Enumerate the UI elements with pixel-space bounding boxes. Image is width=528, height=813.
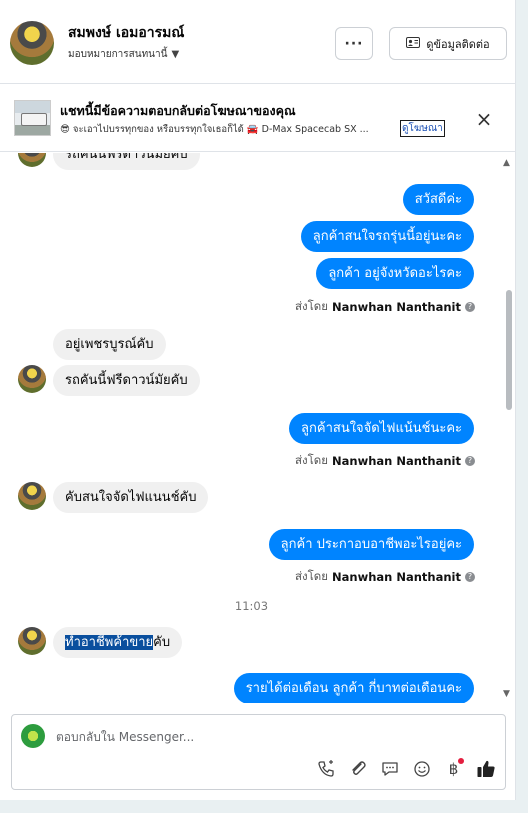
assign-conversation-dropdown[interactable]: มอบหมายการสนทนานี้ ▼ xyxy=(68,47,179,62)
contact-avatar-small xyxy=(18,627,46,655)
close-icon[interactable]: × xyxy=(475,109,493,129)
reply-input[interactable]: ตอบกลับใน Messenger... xyxy=(56,728,194,747)
message-outgoing[interactable]: รายได้ต่อเดือน ลูกค้า กี่บาทต่อเดือนคะ xyxy=(233,673,474,703)
info-icon[interactable]: ? xyxy=(465,456,475,466)
selected-text[interactable]: ทำอาชีพค้าขาย xyxy=(65,635,154,650)
ad-reply-banner: แชทนี้มีข้อความตอบกลับต่อโฆษณาของคุณ 😎 จ… xyxy=(0,84,516,152)
sender-name: Nanwhan Nanthanit xyxy=(332,570,461,584)
message-outgoing[interactable]: ลูกค้าสนใจจัดไฟแน้นช์นะคะ xyxy=(289,413,474,444)
info-icon[interactable]: ? xyxy=(465,572,475,582)
attachment-icon[interactable] xyxy=(346,758,369,781)
caret-down-icon: ▼ xyxy=(171,49,180,60)
sender-name: Nanwhan Nanthanit xyxy=(332,300,461,314)
notification-dot xyxy=(458,757,464,764)
scrollbar-thumb[interactable] xyxy=(506,290,512,410)
view-contact-button[interactable]: ดูข้อมูลติดต่อ xyxy=(389,27,507,60)
assign-label: มอบหมายการสนทนานี้ xyxy=(68,49,168,60)
message-incoming[interactable]: รถคันนี้ฟรีดาวน์มัยคับ xyxy=(53,365,200,396)
contact-avatar-small xyxy=(18,482,46,510)
contact-name[interactable]: สมพงษ์ เอมอารมณ์ xyxy=(68,22,184,44)
conversation-header: สมพงษ์ เอมอารมณ์ มอบหมายการสนทนานี้ ▼ ··… xyxy=(0,0,516,84)
contact-avatar[interactable] xyxy=(10,21,54,65)
view-ad-link[interactable]: ดูโฆษณา xyxy=(400,120,445,137)
reply-composer[interactable]: ตอบกลับใน Messenger... ฿ xyxy=(11,714,506,790)
sent-by-label: ส่งโดย Nanwhan Nanthanit ? xyxy=(295,568,475,586)
scroll-down-arrow-icon[interactable]: ▼ xyxy=(503,689,510,699)
time-separator: 11:03 xyxy=(234,599,269,613)
conversation-panel: สมพงษ์ เอมอารมณ์ มอบหมายการสนทนานี้ ▼ ··… xyxy=(0,0,516,800)
sent-by-prefix: ส่งโดย xyxy=(294,569,329,583)
message-list[interactable]: รถคันนี้ฟรีดาวน์มัยคับ สวัสดีค่ะ ลูกค้าส… xyxy=(0,153,503,703)
view-contact-label: ดูข้อมูลติดต่อ xyxy=(426,37,490,51)
message-outgoing[interactable]: ลูกค้า ประกาอบอาชีพอะไรอยู่คะ xyxy=(268,529,474,560)
more-options-button[interactable]: ··· xyxy=(335,27,373,60)
call-icon[interactable] xyxy=(314,758,337,781)
message-incoming[interactable]: อยู่เพชรบูรณ์คับ xyxy=(53,329,166,360)
message-outgoing[interactable]: ลูกค้าสนใจรถรุ่นนี้อยู่นะคะ xyxy=(300,221,474,252)
ad-banner-title: แชทนี้มีข้อความตอบกลับต่อโฆษณาของคุณ xyxy=(60,103,296,118)
sent-by-prefix: ส่งโดย xyxy=(294,299,329,313)
scroll-up-arrow-icon[interactable]: ▲ xyxy=(503,158,510,168)
message-incoming[interactable]: คับสนใจจัดไฟแนนช์คับ xyxy=(53,482,209,513)
sent-by-prefix: ส่งโดย xyxy=(294,453,329,467)
sent-by-label: ส่งโดย Nanwhan Nanthanit ? xyxy=(295,452,475,470)
contact-avatar-small xyxy=(18,365,46,393)
info-icon[interactable]: ? xyxy=(465,302,475,312)
saved-reply-icon[interactable] xyxy=(378,758,401,781)
ad-description: 😎 จะเอาไปบรรทุกของ หรือบรรทุกใจเธอก็ได้ … xyxy=(60,124,369,135)
like-thumb-icon[interactable] xyxy=(474,758,497,781)
message-text-rest: คับ xyxy=(153,635,171,650)
message-outgoing[interactable]: สวัสดีค่ะ xyxy=(402,184,474,215)
page-avatar xyxy=(21,724,45,748)
contact-avatar-small xyxy=(18,153,46,167)
sent-by-label: ส่งโดย Nanwhan Nanthanit ? xyxy=(295,298,475,316)
contact-card-icon xyxy=(406,36,421,51)
payment-baht-icon[interactable]: ฿ xyxy=(442,757,465,781)
ad-thumbnail[interactable] xyxy=(14,100,51,136)
emoji-icon[interactable] xyxy=(410,758,433,781)
message-outgoing[interactable]: ลูกค้า อยู่จังหวัดอะไรคะ xyxy=(316,258,474,289)
message-incoming[interactable]: ทำอาชีพค้าขายคับ xyxy=(53,627,183,658)
composer-toolbar: ฿ xyxy=(314,757,497,781)
sender-name: Nanwhan Nanthanit xyxy=(332,454,461,468)
message-incoming[interactable]: รถคันนี้ฟรีดาวน์มัยคับ xyxy=(53,153,200,170)
